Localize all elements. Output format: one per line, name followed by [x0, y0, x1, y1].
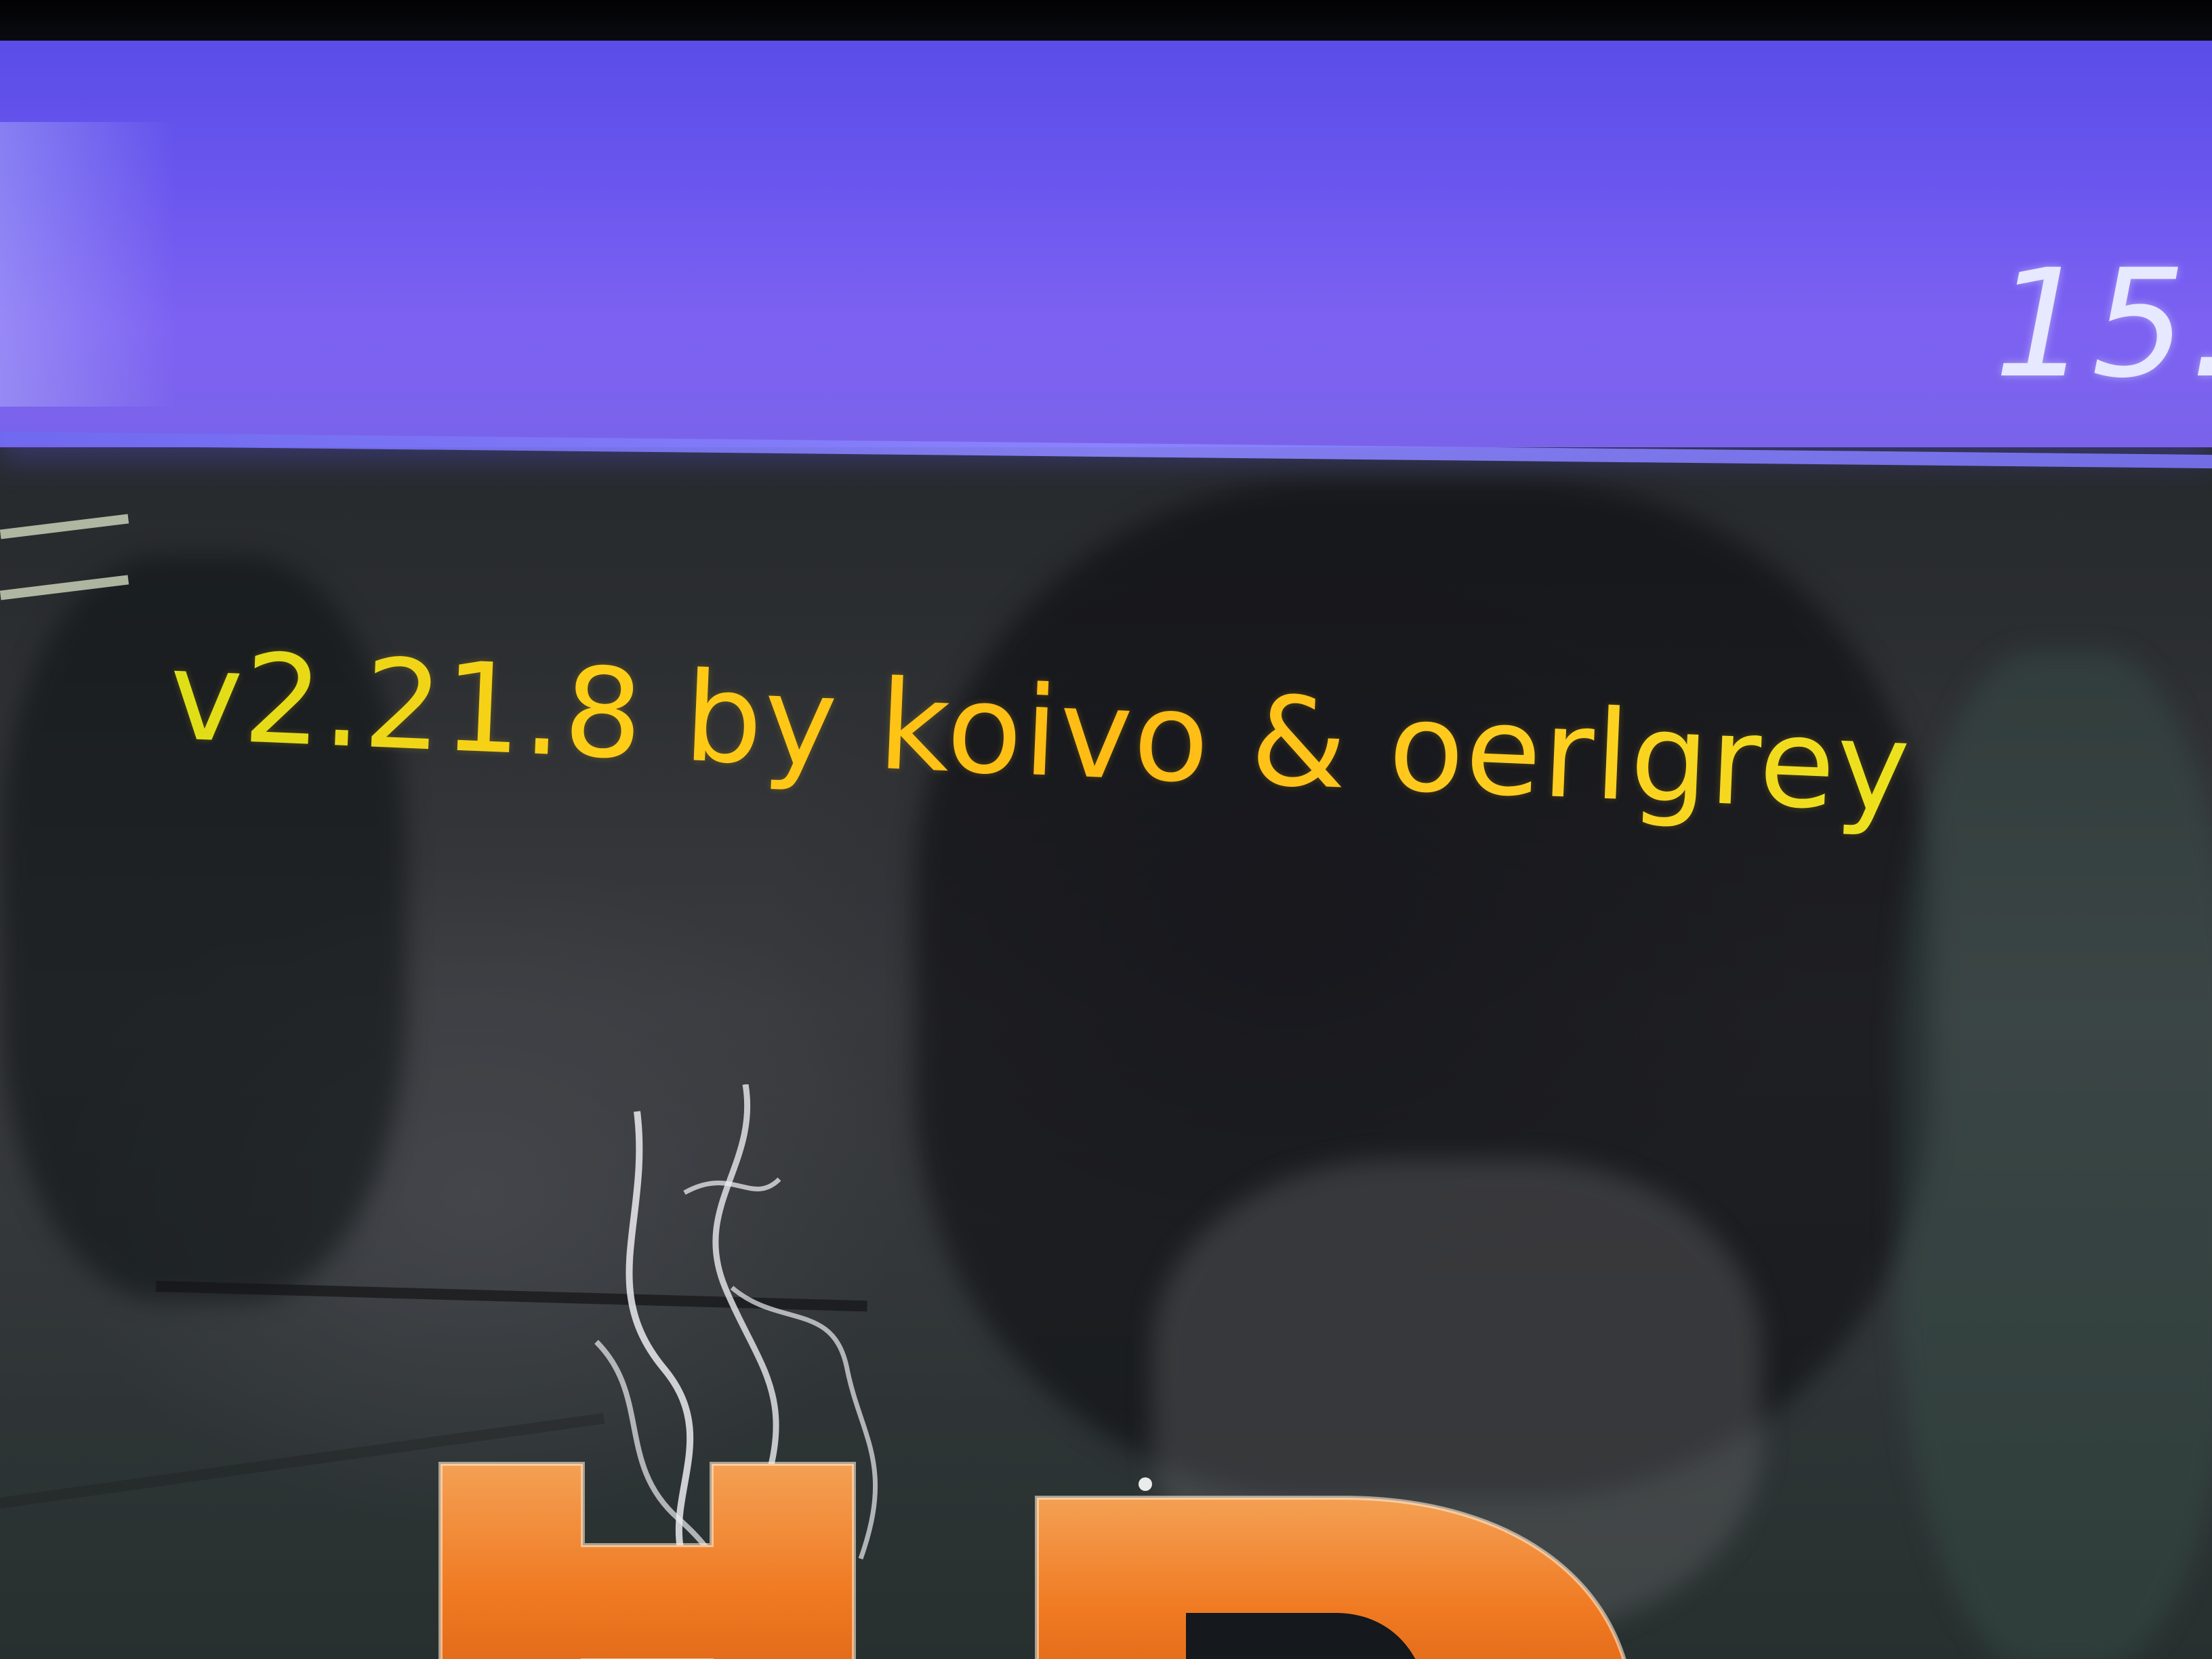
status-clock: 15. — [1994, 237, 2212, 411]
display-screen: 15. v2.21.8 by koivo & oerlgrey — [0, 41, 2212, 1659]
hd-logo — [438, 1462, 1626, 1659]
photo-frame: 15. v2.21.8 by koivo & oerlgrey — [0, 0, 2212, 1659]
status-bar: 15. — [0, 41, 2212, 447]
reflection-shadow — [1898, 651, 2212, 1659]
reflection-stripe — [0, 514, 129, 539]
status-bar-glare — [0, 122, 176, 407]
